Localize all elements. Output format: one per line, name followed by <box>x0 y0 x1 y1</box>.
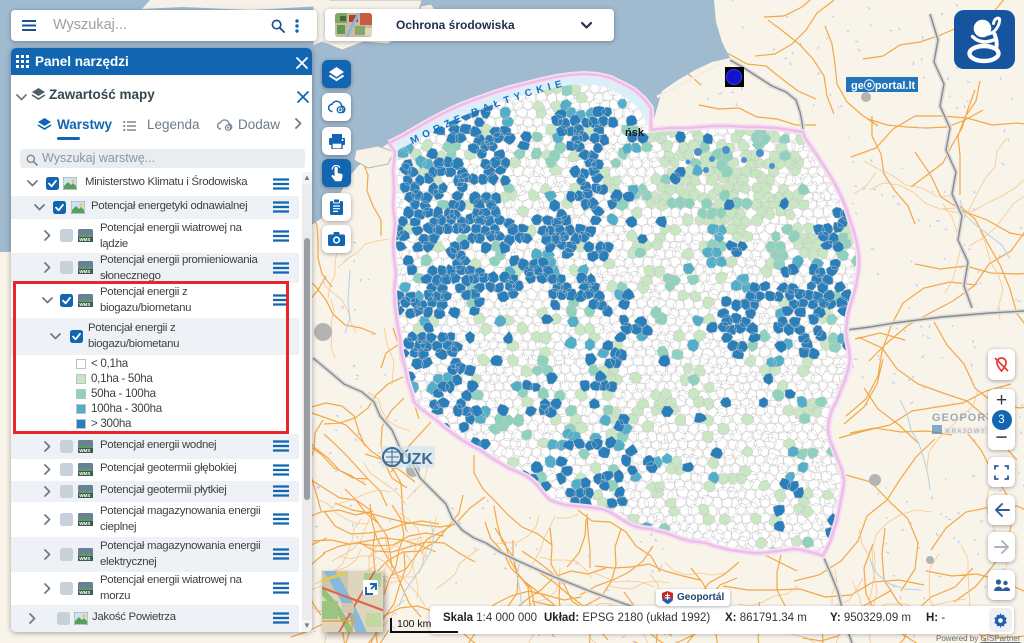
svg-text:WMS: WMS <box>79 590 90 595</box>
svg-text:ńsk: ńsk <box>625 127 645 139</box>
svg-text:WMS: WMS <box>79 237 90 242</box>
svg-text:WMS: WMS <box>79 448 90 453</box>
svg-text:K R A J O W Y: K R A J O W Y <box>946 429 985 435</box>
svg-text:WMS: WMS <box>79 493 90 498</box>
svg-text:ÚZK: ÚZK <box>400 449 433 468</box>
svg-text:WMS: WMS <box>79 521 90 526</box>
svg-text:geⓞportal.lt: geⓞportal.lt <box>851 78 916 92</box>
svg-text:WMS: WMS <box>79 471 90 476</box>
svg-text:WMS: WMS <box>79 556 90 561</box>
svg-text:WMS: WMS <box>79 269 90 274</box>
